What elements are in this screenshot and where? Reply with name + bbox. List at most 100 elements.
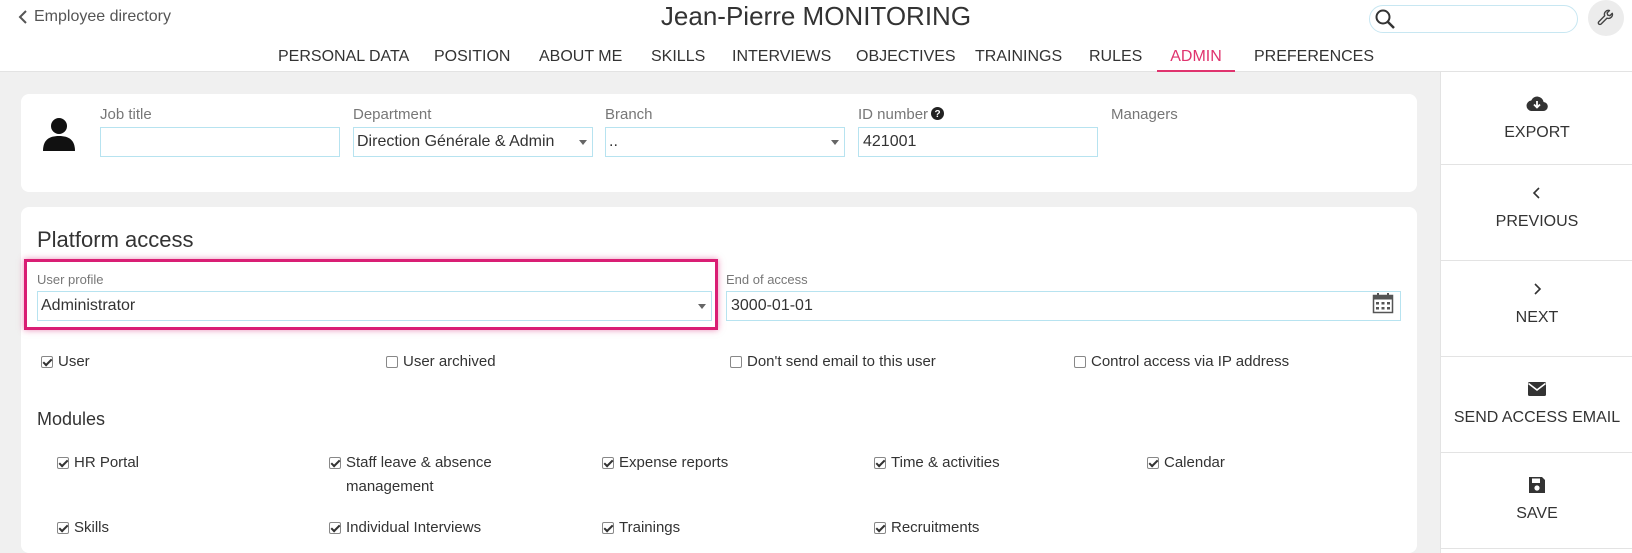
wrench-icon: [1597, 9, 1614, 26]
checkbox-checked-icon: [874, 457, 886, 469]
branch-value: ..: [609, 133, 618, 150]
next-button[interactable]: NEXT: [1441, 261, 1632, 357]
caret-down-icon: [831, 140, 839, 145]
checkbox-checked-icon: [329, 522, 341, 534]
checkbox-unchecked-icon: [730, 356, 742, 368]
actions-panel: EXPORT PREVIOUS NEXT SEND ACCESS EMAIL S…: [1440, 72, 1632, 553]
module-trainings-checkbox[interactable]: Trainings: [602, 519, 680, 536]
export-label: EXPORT: [1504, 124, 1570, 141]
tab-personal-data[interactable]: PERSONAL DATA: [278, 44, 409, 72]
module-label: Trainings: [619, 519, 681, 536]
checkbox-unchecked-icon: [1074, 356, 1086, 368]
module-label: Recruitments: [891, 519, 980, 536]
ip-control-label: Control access via IP address: [1091, 353, 1290, 370]
user-archived-checkbox[interactable]: User archived: [386, 353, 496, 370]
id-number-label-text: ID number: [858, 106, 929, 123]
dont-send-email-checkbox[interactable]: Don't send email to this user: [730, 353, 936, 370]
checkbox-checked-icon: [57, 522, 69, 534]
checkbox-unchecked-icon: [386, 356, 398, 368]
user-checkbox-label: User: [58, 353, 90, 370]
checkbox-checked-icon: [602, 522, 614, 534]
module-staff-leave-checkbox[interactable]: Staff leave & absence management: [329, 454, 536, 499]
end-of-access-input[interactable]: [726, 291, 1401, 321]
previous-label: PREVIOUS: [1495, 213, 1579, 230]
tab-interviews[interactable]: INTERVIEWS: [732, 44, 831, 72]
user-profile-value: Administrator: [41, 297, 136, 314]
branch-select[interactable]: ..: [605, 127, 845, 157]
module-skills-checkbox[interactable]: Skills: [57, 519, 109, 536]
question-circle-icon[interactable]: ?: [931, 107, 945, 120]
platform-access-title: Platform access: [37, 227, 194, 252]
tab-skills[interactable]: SKILLS: [651, 44, 705, 72]
module-label: Expense reports: [619, 454, 729, 471]
department-value: Direction Générale & Admin: [357, 133, 555, 150]
tab-rules[interactable]: RULES: [1089, 44, 1142, 72]
checkbox-checked-icon: [329, 457, 341, 469]
checkbox-checked-icon: [602, 457, 614, 469]
tab-trainings[interactable]: TRAININGS: [975, 44, 1062, 72]
floppy-disk-icon: [1529, 477, 1545, 493]
module-label: Time & activities: [891, 454, 1000, 471]
chevron-left-icon: [18, 10, 27, 24]
job-title-label: Job title: [100, 106, 152, 123]
search-input[interactable]: [1396, 7, 1577, 31]
end-of-access-label: End of access: [726, 272, 808, 287]
tab-admin[interactable]: ADMIN: [1157, 44, 1235, 72]
cloud-download-icon: [1526, 96, 1548, 112]
module-time-activities-checkbox[interactable]: Time & activities: [874, 454, 1000, 471]
managers-label: Managers: [1111, 106, 1178, 123]
department-select[interactable]: Direction Générale & Admin: [353, 127, 593, 157]
search-icon: [1375, 9, 1395, 29]
module-individual-interviews-checkbox[interactable]: Individual Interviews: [329, 519, 481, 536]
modules-title: Modules: [37, 409, 106, 429]
chevron-left-icon: [1532, 187, 1540, 199]
module-label: HR Portal: [74, 454, 140, 471]
calendar-icon[interactable]: [1372, 292, 1394, 314]
user-profile-label: User profile: [37, 272, 104, 287]
module-label: Skills: [74, 519, 110, 536]
module-recruitments-checkbox[interactable]: Recruitments: [874, 519, 979, 536]
dont-send-email-label: Don't send email to this user: [747, 353, 936, 370]
export-button[interactable]: EXPORT: [1441, 72, 1632, 165]
svg-text:?: ?: [934, 109, 940, 120]
id-number-input[interactable]: [858, 127, 1098, 157]
next-label: NEXT: [1515, 309, 1559, 326]
branch-label: Branch: [605, 106, 653, 123]
checkbox-checked-icon: [874, 522, 886, 534]
module-expense-reports-checkbox[interactable]: Expense reports: [602, 454, 728, 471]
send-access-email-label: SEND ACCESS EMAIL: [1453, 409, 1621, 426]
checkbox-checked-icon: [1147, 457, 1159, 469]
section-tabs: PERSONAL DATA POSITION ABOUT ME SKILLS I…: [0, 44, 1632, 72]
checkbox-checked-icon: [57, 457, 69, 469]
save-label: SAVE: [1516, 505, 1558, 522]
module-label: Calendar: [1164, 454, 1225, 471]
send-access-email-button[interactable]: SEND ACCESS EMAIL: [1441, 357, 1632, 453]
user-profile-select[interactable]: Administrator: [37, 291, 712, 321]
tab-about-me[interactable]: ABOUT ME: [539, 44, 622, 72]
module-hr-portal-checkbox[interactable]: HR Portal: [57, 454, 139, 471]
module-calendar-checkbox[interactable]: Calendar: [1147, 454, 1225, 471]
id-number-label: ID number?: [858, 106, 945, 123]
platform-access-card: [21, 207, 1417, 553]
caret-down-icon: [698, 304, 706, 309]
tab-objectives[interactable]: OBJECTIVES: [856, 44, 956, 72]
settings-tools-button[interactable]: [1588, 0, 1624, 36]
previous-button[interactable]: PREVIOUS: [1441, 165, 1632, 261]
save-button[interactable]: SAVE: [1441, 453, 1632, 549]
caret-down-icon: [579, 140, 587, 145]
module-label: Staff leave & absence management: [346, 454, 492, 495]
job-title-input[interactable]: [100, 127, 340, 157]
ip-control-checkbox[interactable]: Control access via IP address: [1074, 353, 1289, 370]
module-label: Individual Interviews: [346, 519, 482, 536]
search-box[interactable]: [1369, 5, 1578, 33]
user-avatar-icon: [43, 118, 75, 151]
tab-position[interactable]: POSITION: [434, 44, 510, 72]
checkbox-checked-icon: [41, 356, 53, 368]
chevron-right-icon: [1534, 283, 1542, 295]
tab-preferences[interactable]: PREFERENCES: [1254, 44, 1374, 72]
user-archived-label: User archived: [403, 353, 496, 370]
back-to-directory-link[interactable]: Employee directory: [18, 8, 171, 26]
user-checkbox[interactable]: User: [41, 353, 90, 370]
back-link-label: Employee directory: [34, 8, 171, 25]
department-label: Department: [353, 106, 432, 123]
